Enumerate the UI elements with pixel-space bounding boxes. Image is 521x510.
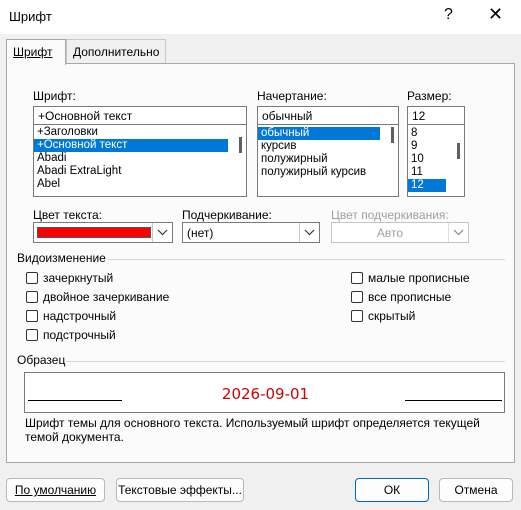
effects-divider <box>108 259 505 260</box>
effect-checkbox[interactable]: подстрочный <box>26 327 169 343</box>
effects-group-title: Видоизменение <box>17 251 106 265</box>
size-list-item[interactable]: 10 <box>408 153 446 166</box>
underline-color-combo: Авто <box>331 222 469 243</box>
help-button[interactable]: ? <box>444 6 453 24</box>
preview-divider <box>66 361 505 362</box>
font-list-item[interactable]: Abadi <box>34 152 228 165</box>
style-list-scrollbar[interactable] <box>391 127 394 143</box>
underline-value: (нет) <box>187 226 214 240</box>
font-list[interactable]: +Заголовки +Основной текст Abadi Abadi Extr… <box>33 125 247 197</box>
effect-checkbox[interactable]: малые прописные <box>351 270 470 286</box>
checkbox-box[interactable] <box>26 310 38 322</box>
style-list-item[interactable]: полужирный курсив <box>258 166 380 179</box>
size-list-item[interactable]: 8 <box>408 127 446 140</box>
checkbox-label: зачеркнутый <box>43 271 114 285</box>
effect-checkbox[interactable]: скрытый <box>351 308 470 324</box>
size-input[interactable]: 12 <box>407 106 465 125</box>
size-list-scrollbar[interactable] <box>457 143 460 159</box>
effects-right-column: малые прописные все прописные скрытый <box>351 270 470 327</box>
style-list-item[interactable]: полужирный <box>258 153 380 166</box>
style-list-item[interactable]: курсив <box>258 140 380 153</box>
checkbox-label: все прописные <box>368 290 452 304</box>
chevron-down-icon <box>299 223 319 242</box>
window-title: Шрифт <box>9 9 52 24</box>
font-list-item[interactable]: +Основной текст <box>34 139 228 152</box>
checkbox-box[interactable] <box>351 291 363 303</box>
preview-group-title: Образец <box>17 353 66 367</box>
close-button[interactable]: ✕ <box>488 4 503 25</box>
size-list[interactable]: 8 9 10 11 12 <box>407 125 465 197</box>
chevron-down-icon <box>448 223 468 242</box>
underline-color-label: Цвет подчеркивания: <box>331 208 449 222</box>
checkbox-label: малые прописные <box>368 271 470 285</box>
style-label: Начертание: <box>257 89 327 103</box>
preview-text: 2026-09-01 <box>221 385 310 403</box>
checkbox-label: подстрочный <box>43 328 116 342</box>
effect-checkbox[interactable]: надстрочный <box>26 308 169 324</box>
checkbox-label: скрытый <box>368 309 416 323</box>
style-list-item[interactable]: обычный <box>258 127 380 140</box>
checkbox-box[interactable] <box>26 272 38 284</box>
text-effects-button[interactable]: Текстовые эффекты... <box>116 478 244 502</box>
ok-button[interactable]: ОК <box>355 478 429 502</box>
set-default-button[interactable]: По умолчанию <box>6 478 105 502</box>
tab-font[interactable]: Шрифт <box>6 39 66 65</box>
size-label: Размер: <box>407 89 452 103</box>
underline-label: Подчеркивание: <box>182 208 272 222</box>
font-input[interactable]: +Основной текст <box>33 106 247 125</box>
text-color-label: Цвет текста: <box>33 208 103 222</box>
font-list-scrollbar[interactable] <box>239 137 242 153</box>
font-list-item[interactable]: Abel <box>34 178 228 191</box>
text-color-combo[interactable] <box>33 222 173 243</box>
style-input[interactable]: обычный <box>257 106 399 125</box>
underline-combo[interactable]: (нет) <box>182 222 320 243</box>
preview-box: 2026-09-01 <box>24 372 505 413</box>
cancel-button[interactable]: Отмена <box>439 478 513 502</box>
effects-left-column: зачеркнутый двойное зачеркивание надстрочн… <box>26 270 169 346</box>
checkbox-box[interactable] <box>351 272 363 284</box>
font-list-item[interactable]: Abadi ExtraLight <box>34 165 228 178</box>
checkbox-label: надстрочный <box>43 309 117 323</box>
title-bar <box>0 0 521 34</box>
style-list[interactable]: обычный курсив полужирный полужирный курсив <box>257 125 399 197</box>
checkbox-label: двойное зачеркивание <box>43 290 170 304</box>
checkbox-box[interactable] <box>26 291 38 303</box>
effect-checkbox[interactable]: двойное зачеркивание <box>26 289 169 305</box>
size-list-item[interactable]: 12 <box>408 179 446 192</box>
chevron-down-icon <box>152 223 172 242</box>
preview-description: Шрифт темы для основного текста. Использ… <box>25 416 480 444</box>
effect-checkbox[interactable]: все прописные <box>351 289 470 305</box>
underline-color-value: Авто <box>376 226 404 240</box>
effect-checkbox[interactable]: зачеркнутый <box>26 270 169 286</box>
size-list-item[interactable]: 9 <box>408 140 446 153</box>
checkbox-box[interactable] <box>26 329 38 341</box>
text-color-swatch <box>37 227 151 238</box>
size-list-item[interactable]: 11 <box>408 166 446 179</box>
font-list-item[interactable]: +Заголовки <box>34 126 228 139</box>
font-label: Шрифт: <box>33 89 76 103</box>
tab-advanced[interactable]: Дополнительно <box>66 39 166 63</box>
checkbox-box[interactable] <box>351 310 363 322</box>
